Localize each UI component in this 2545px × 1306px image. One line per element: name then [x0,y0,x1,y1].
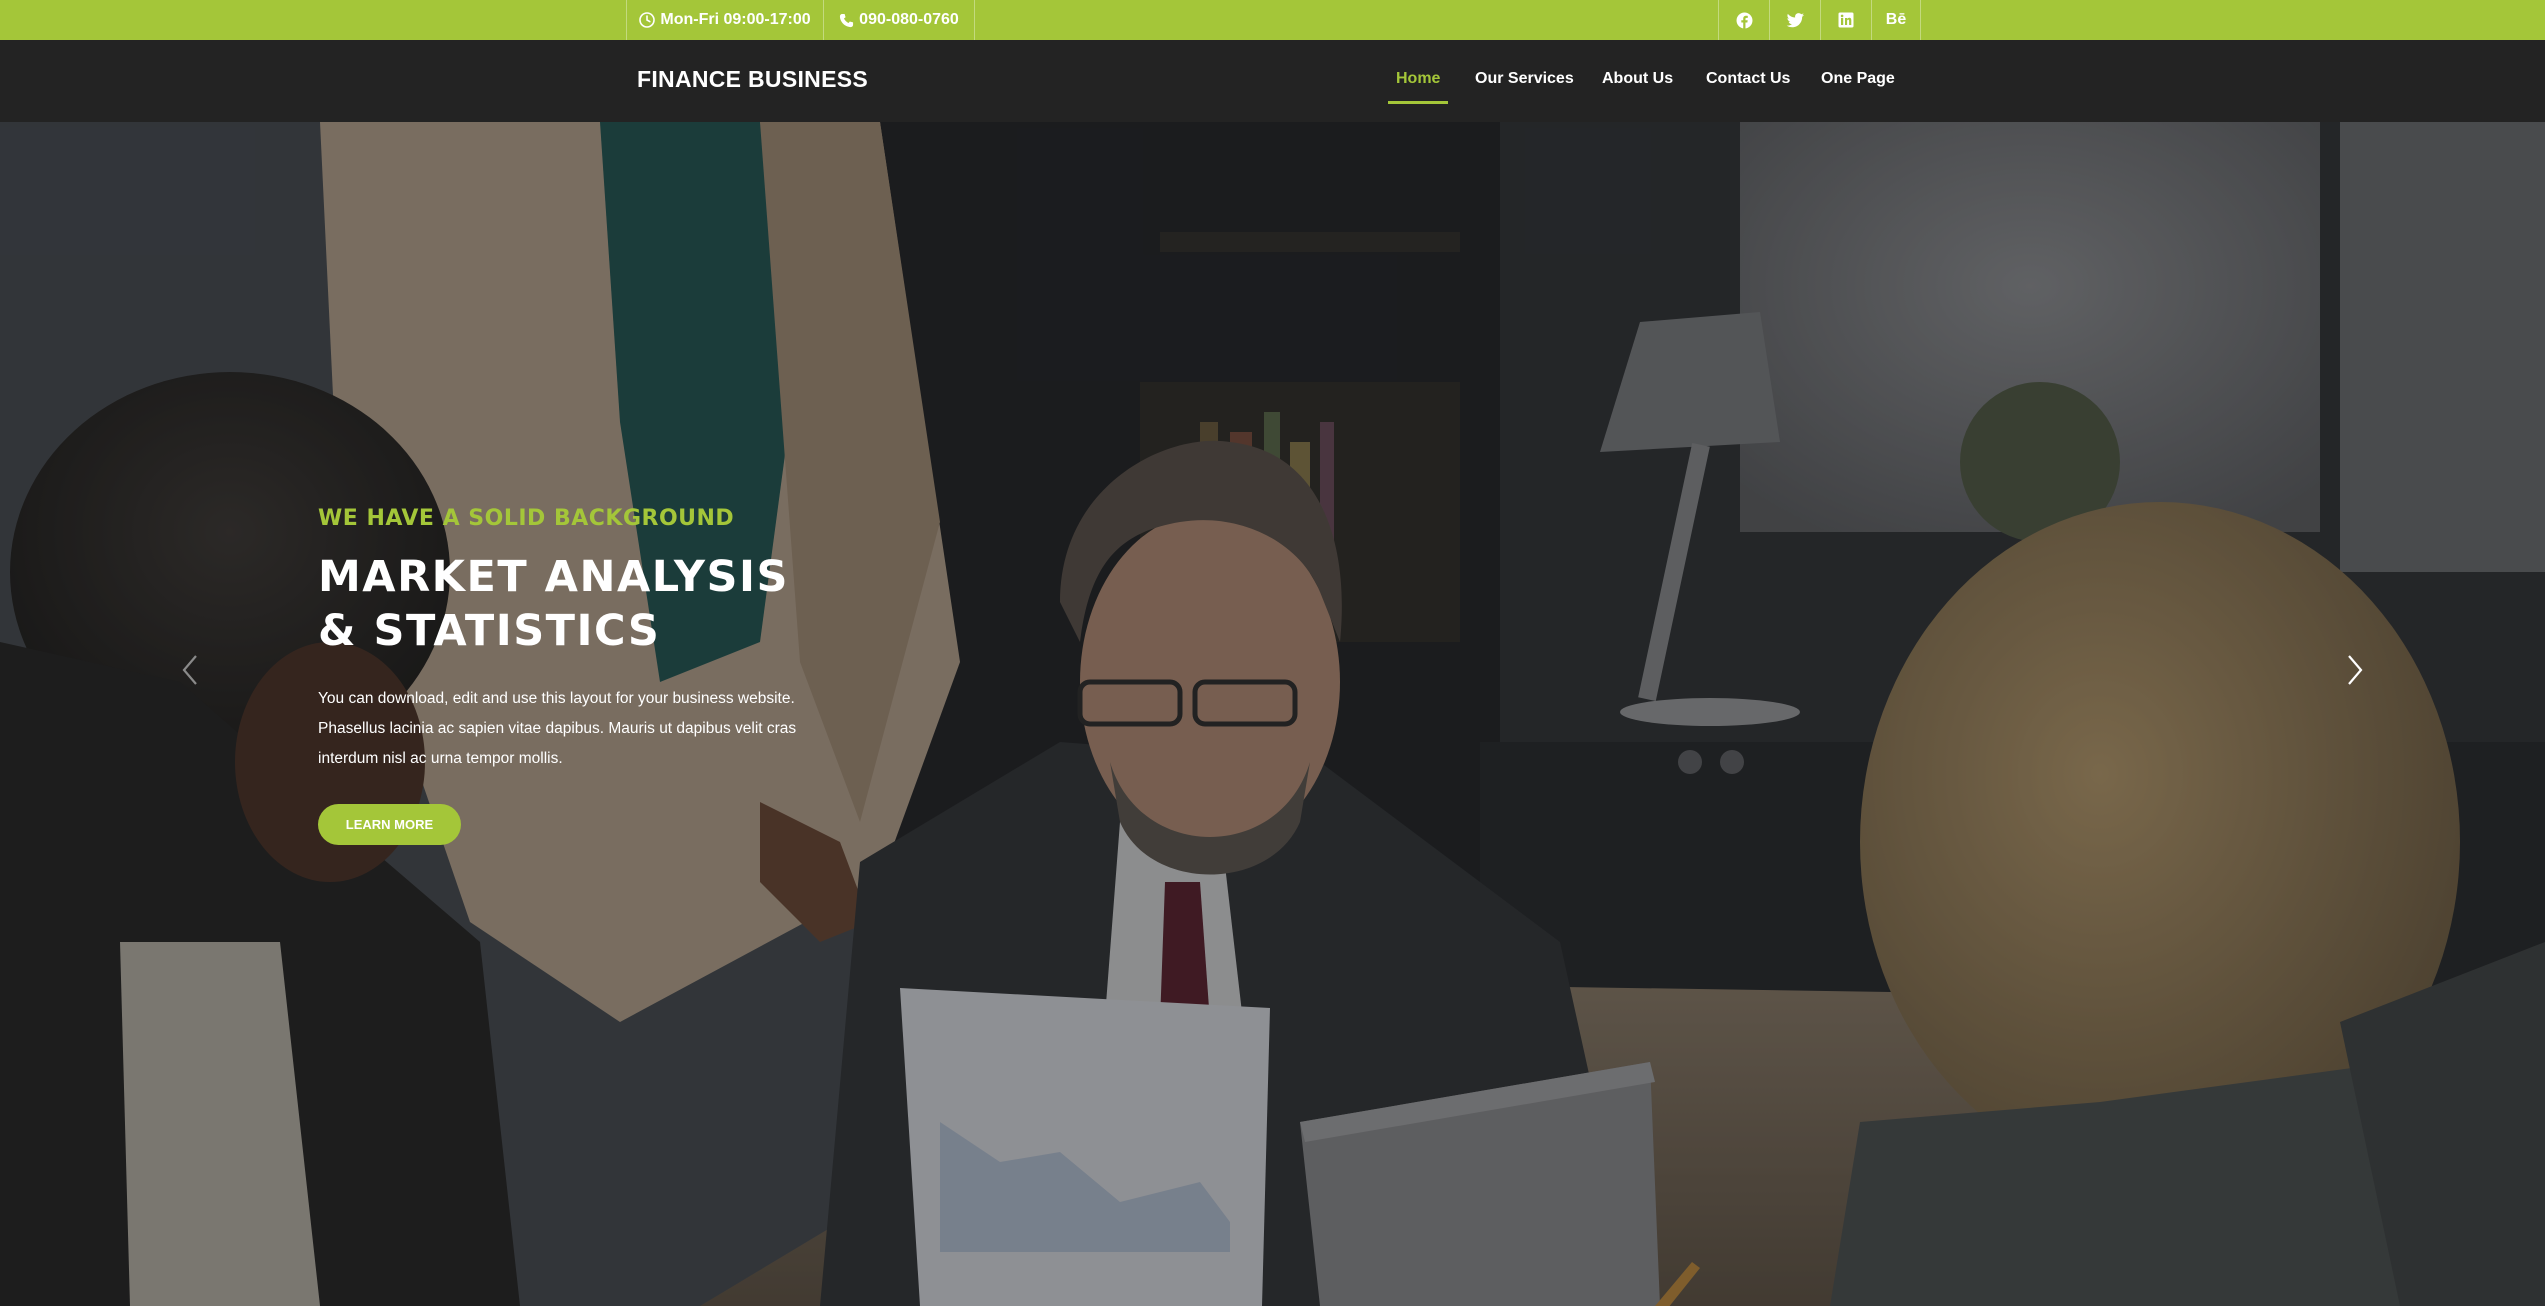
nav-contact-us[interactable]: Contact Us [1706,70,1790,102]
facebook-link[interactable] [1718,0,1769,40]
nav-our-services[interactable]: Our Services [1475,70,1574,102]
phone-info[interactable]: 090-080-0760 [823,0,975,40]
nav-one-page[interactable]: One Page [1821,70,1895,102]
facebook-icon [1736,12,1752,28]
hours-text: Mon-Fri 09:00-17:00 [660,11,811,28]
nav-about-us[interactable]: About Us [1602,70,1673,102]
slider-next-button[interactable] [2343,652,2367,688]
hero-description: You can download, edit and use this layo… [318,684,838,774]
hero-kicker: WE HAVE A SOLID BACKGROUND [318,506,735,531]
hours-info: Mon-Fri 09:00-17:00 [626,0,823,40]
twitter-link[interactable] [1769,0,1820,40]
nav-home[interactable]: Home [1387,70,1449,104]
hero-headline-line2: & STATISTICS [318,606,661,656]
hero-description-line1: You can download, edit and use this layo… [318,690,795,707]
learn-more-button[interactable]: LEARN MORE [318,804,461,845]
phone-text: 090-080-0760 [859,11,959,28]
linkedin-link[interactable] [1820,0,1871,40]
chevron-left-icon [182,655,197,685]
top-info-bar: Mon-Fri 09:00-17:00 090-080-0760 Bē [0,0,2545,40]
hero-headline-line1: MARKET ANALYSIS [318,552,789,602]
hero-headline: MARKET ANALYSIS & STATISTICS [318,550,789,658]
chevron-right-icon [2348,655,2363,685]
twitter-icon [1786,12,1804,27]
hero-description-line3: interdum nisl ac urna tempor mollis. [318,750,563,767]
clock-icon [639,12,656,28]
main-navbar: FINANCE BUSINESS Home Our Services About… [0,40,2545,122]
behance-link[interactable]: Bē [1871,0,1921,40]
phone-icon [840,13,854,27]
behance-icon: Bē [1885,11,1907,28]
hero-slider: WE HAVE A SOLID BACKGROUND MARKET ANALYS… [0,122,2545,1306]
linkedin-icon [1838,12,1854,28]
site-brand[interactable]: FINANCE BUSINESS [637,66,868,93]
hero-description-line2: Phasellus lacinia ac sapien vitae dapibu… [318,720,797,737]
slider-prev-button[interactable] [178,652,202,688]
